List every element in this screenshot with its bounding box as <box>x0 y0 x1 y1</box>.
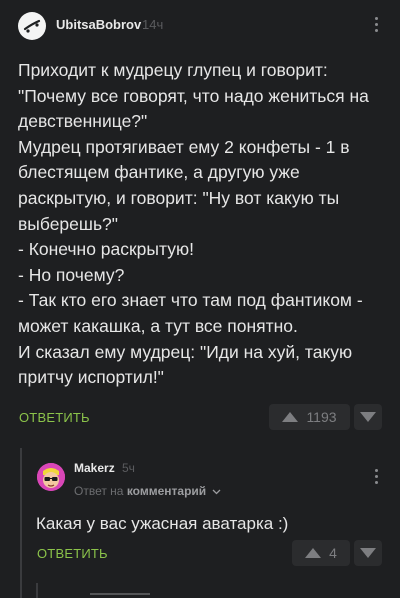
downvote-button[interactable] <box>354 404 382 430</box>
comment-line: Приходит к мудрецу глупец и говорит: <box>18 60 328 80</box>
reply-to-prefix: Ответ на <box>74 484 124 498</box>
vote-controls: 4 <box>292 540 382 566</box>
comment-line: "Почему все говорят, что надо жениться н… <box>18 85 369 132</box>
comment-line: - Но почему? <box>18 264 125 285</box>
comment-line: - Так кто его знает что там под фантиком… <box>18 290 363 336</box>
comment-line: И сказал ему мудрец: "Иди на хуй, такую … <box>18 341 353 388</box>
skateboard-logo-icon <box>23 19 41 33</box>
cartoon-face-icon <box>37 463 65 491</box>
reply-author[interactable]: Makerz <box>74 461 115 475</box>
next-comment-peek <box>40 588 190 598</box>
vote-controls: 1193 <box>269 404 382 430</box>
triangle-up-icon <box>305 548 322 558</box>
reply-body: Какая у вас ужасная аватарка :) <box>36 514 289 533</box>
downvote-button[interactable] <box>354 540 382 566</box>
triangle-down-icon <box>360 412 376 422</box>
comment-time: 14ч <box>142 17 164 32</box>
chevron-down-icon <box>212 489 220 495</box>
triangle-down-icon <box>360 548 376 558</box>
upvote-button[interactable]: 4 <box>292 540 350 566</box>
user-avatar[interactable] <box>18 12 46 40</box>
triangle-up-icon <box>282 412 299 422</box>
reply-time: 5ч <box>122 461 135 475</box>
reply-to-link[interactable]: Ответ на комментарий <box>74 484 221 498</box>
rating-count: 1193 <box>306 409 337 425</box>
comment-body: Приходит к мудрецу глупец и говорит: "По… <box>18 58 388 391</box>
more-options-icon[interactable] <box>373 17 379 32</box>
more-options-icon[interactable] <box>373 469 379 484</box>
reply-button[interactable]: ОТВЕТИТЬ <box>19 410 90 425</box>
upvote-button[interactable]: 1193 <box>269 404 350 430</box>
comment-line: Мудрец протягивает ему 2 конфеты - 1 в б… <box>18 136 350 234</box>
reply-button[interactable]: ОТВЕТИТЬ <box>37 546 108 561</box>
rating-count: 4 <box>329 545 337 561</box>
thread-line[interactable] <box>20 448 22 598</box>
comment-line: - Конечно раскрытую! <box>18 239 194 260</box>
thread-line[interactable] <box>36 583 38 598</box>
user-avatar[interactable] <box>37 463 65 491</box>
reply-to-target: комментарий <box>126 484 207 498</box>
comment-author[interactable]: UbitsaBobrov <box>56 17 141 32</box>
